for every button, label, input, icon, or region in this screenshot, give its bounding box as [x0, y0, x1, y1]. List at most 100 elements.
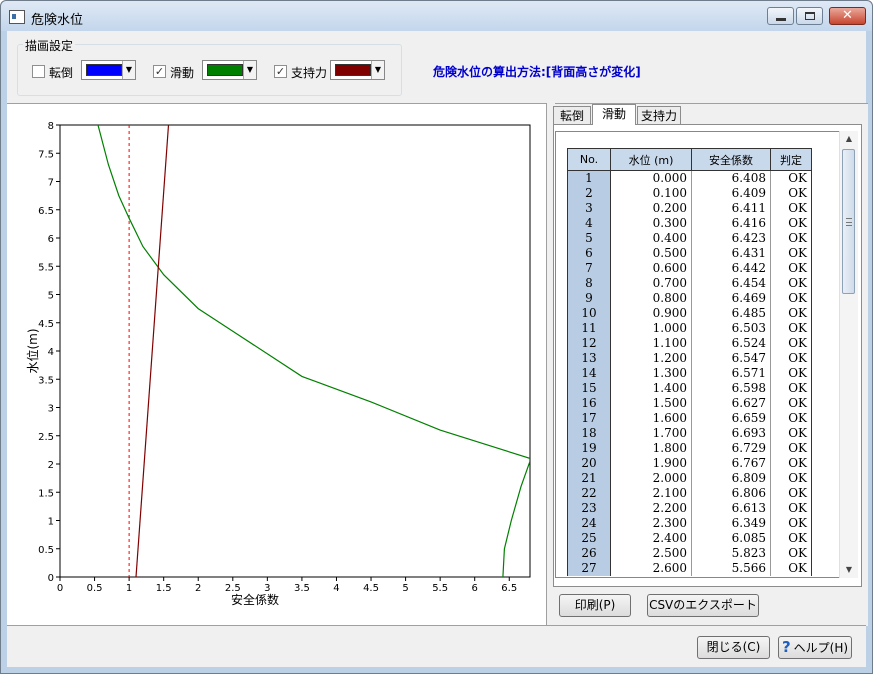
dialog-window: 危険水位 ✕ 描画設定 転倒 ▼ ✓ 滑動 ▼ ✓ 支持力 ▼ 危険水位の算出方… — [0, 0, 873, 674]
maximize-button[interactable] — [796, 7, 823, 25]
scroll-down-icon[interactable]: ▼ — [840, 562, 858, 578]
cell-no: 19 — [567, 441, 611, 456]
cell-no: 11 — [567, 321, 611, 336]
table-row[interactable]: 8 0.700 6.454 OK — [567, 276, 812, 291]
cell-safety-factor: 6.547 — [691, 351, 771, 366]
color-select-sliding[interactable]: ▼ — [202, 60, 257, 80]
cell-judgement: OK — [770, 546, 812, 561]
print-button[interactable]: 印刷(P) — [559, 594, 631, 617]
cell-no: 6 — [567, 246, 611, 261]
cell-safety-factor: 6.411 — [691, 201, 771, 216]
cell-water-level: 2.100 — [610, 486, 692, 501]
tab-sliding[interactable]: 滑動 — [592, 104, 636, 125]
color-select-overturn[interactable]: ▼ — [81, 60, 136, 80]
cell-water-level: 1.600 — [610, 411, 692, 426]
cell-no: 10 — [567, 306, 611, 321]
color-select-bearing[interactable]: ▼ — [330, 60, 385, 80]
table-row[interactable]: 13 1.200 6.547 OK — [567, 351, 812, 366]
table-row[interactable]: 11 1.000 6.503 OK — [567, 321, 812, 336]
cell-water-level: 1.700 — [610, 426, 692, 441]
cell-no: 4 — [567, 216, 611, 231]
scroll-up-icon[interactable]: ▲ — [840, 131, 858, 147]
cell-no: 22 — [567, 486, 611, 501]
help-button[interactable]: ? ヘルプ(H) — [778, 636, 852, 659]
minimize-button[interactable] — [767, 7, 794, 25]
checkbox-sliding-label: 滑動 — [170, 66, 195, 80]
chevron-down-icon: ▼ — [122, 61, 135, 79]
cell-water-level: 1.800 — [610, 441, 692, 456]
tab-overturn[interactable]: 転倒 — [553, 106, 591, 124]
cell-water-level: 0.000 — [610, 170, 692, 186]
cell-water-level: 0.400 — [610, 231, 692, 246]
table-row[interactable]: 10 0.900 6.485 OK — [567, 306, 812, 321]
csv-export-button[interactable]: CSVのエクスポート — [647, 594, 759, 617]
cell-judgement: OK — [770, 201, 812, 216]
cell-judgement: OK — [770, 441, 812, 456]
table-row[interactable]: 15 1.400 6.598 OK — [567, 381, 812, 396]
table-row[interactable]: 12 1.100 6.524 OK — [567, 336, 812, 351]
title-bar[interactable]: 危険水位 ✕ — [1, 1, 872, 31]
cell-no: 13 — [567, 351, 611, 366]
cell-water-level: 2.400 — [610, 531, 692, 546]
table-row[interactable]: 9 0.800 6.469 OK — [567, 291, 812, 306]
cell-judgement: OK — [770, 471, 812, 486]
cell-safety-factor: 5.823 — [691, 546, 771, 561]
cell-water-level: 0.800 — [610, 291, 692, 306]
close-button[interactable]: 閉じる(C) — [697, 636, 770, 659]
table-row[interactable]: 6 0.500 6.431 OK — [567, 246, 812, 261]
cell-judgement: OK — [770, 411, 812, 426]
table-row[interactable]: 4 0.300 6.416 OK — [567, 216, 812, 231]
checkbox-sliding[interactable]: ✓ — [153, 65, 166, 78]
cell-safety-factor: 6.693 — [691, 426, 771, 441]
cell-judgement: OK — [770, 231, 812, 246]
cell-judgement: OK — [770, 381, 812, 396]
vertical-scrollbar[interactable]: ▲ ▼ — [839, 131, 858, 578]
table-row[interactable]: 7 0.600 6.442 OK — [567, 261, 812, 276]
cell-judgement: OK — [770, 366, 812, 381]
cell-water-level: 1.200 — [610, 351, 692, 366]
table-row[interactable]: 23 2.200 6.613 OK — [567, 501, 812, 516]
close-icon: ✕ — [842, 8, 853, 23]
cell-no: 8 — [567, 276, 611, 291]
table-row[interactable]: 19 1.800 6.729 OK — [567, 441, 812, 456]
header-water-level: 水位 (m) — [610, 148, 692, 171]
table-row[interactable]: 20 1.900 6.767 OK — [567, 456, 812, 471]
cell-judgement: OK — [770, 501, 812, 516]
checkbox-bearing-label: 支持力 — [291, 66, 328, 80]
calculation-method-text: 危険水位の算出方法:[背面高さが変化] — [433, 65, 641, 79]
table-row[interactable]: 27 2.600 5.566 OK — [567, 561, 812, 576]
cell-no: 7 — [567, 261, 611, 276]
cell-safety-factor: 6.409 — [691, 186, 771, 201]
table-row[interactable]: 25 2.400 6.085 OK — [567, 531, 812, 546]
cell-no: 26 — [567, 546, 611, 561]
cell-water-level: 1.300 — [610, 366, 692, 381]
table-row[interactable]: 16 1.500 6.627 OK — [567, 396, 812, 411]
cell-no: 18 — [567, 426, 611, 441]
close-window-button[interactable]: ✕ — [829, 7, 866, 25]
table-row[interactable]: 5 0.400 6.423 OK — [567, 231, 812, 246]
checkbox-bearing[interactable]: ✓ — [274, 65, 287, 78]
tab-bearing[interactable]: 支持力 — [637, 106, 681, 124]
table-row[interactable]: 3 0.200 6.411 OK — [567, 201, 812, 216]
checkbox-overturn[interactable] — [32, 65, 45, 78]
table-row[interactable]: 24 2.300 6.349 OK — [567, 516, 812, 531]
table-row[interactable]: 1 0.000 6.408 OK — [567, 170, 812, 186]
cell-judgement: OK — [770, 336, 812, 351]
table-row[interactable]: 18 1.700 6.693 OK — [567, 426, 812, 441]
table-row[interactable]: 26 2.500 5.823 OK — [567, 546, 812, 561]
table-row[interactable]: 14 1.300 6.571 OK — [567, 366, 812, 381]
results-grid[interactable]: No. 水位 (m) 安全係数 判定 1 0.000 6.408 OK 2 0.100 6.409… — [555, 131, 845, 578]
cell-safety-factor: 6.349 — [691, 516, 771, 531]
scrollbar-thumb[interactable] — [842, 149, 855, 294]
help-icon: ? — [781, 638, 791, 656]
header-no: No. — [567, 148, 611, 171]
table-row[interactable]: 2 0.100 6.409 OK — [567, 186, 812, 201]
cell-water-level: 0.700 — [610, 276, 692, 291]
table-row[interactable]: 21 2.000 6.809 OK — [567, 471, 812, 486]
table-row[interactable]: 22 2.100 6.806 OK — [567, 486, 812, 501]
cell-no: 27 — [567, 561, 611, 576]
table-body: 1 0.000 6.408 OK 2 0.100 6.409 OK 3 0.200 6.411 OK 4… — [567, 170, 812, 576]
cell-water-level: 2.300 — [610, 516, 692, 531]
table-row[interactable]: 17 1.600 6.659 OK — [567, 411, 812, 426]
cell-safety-factor: 6.431 — [691, 246, 771, 261]
